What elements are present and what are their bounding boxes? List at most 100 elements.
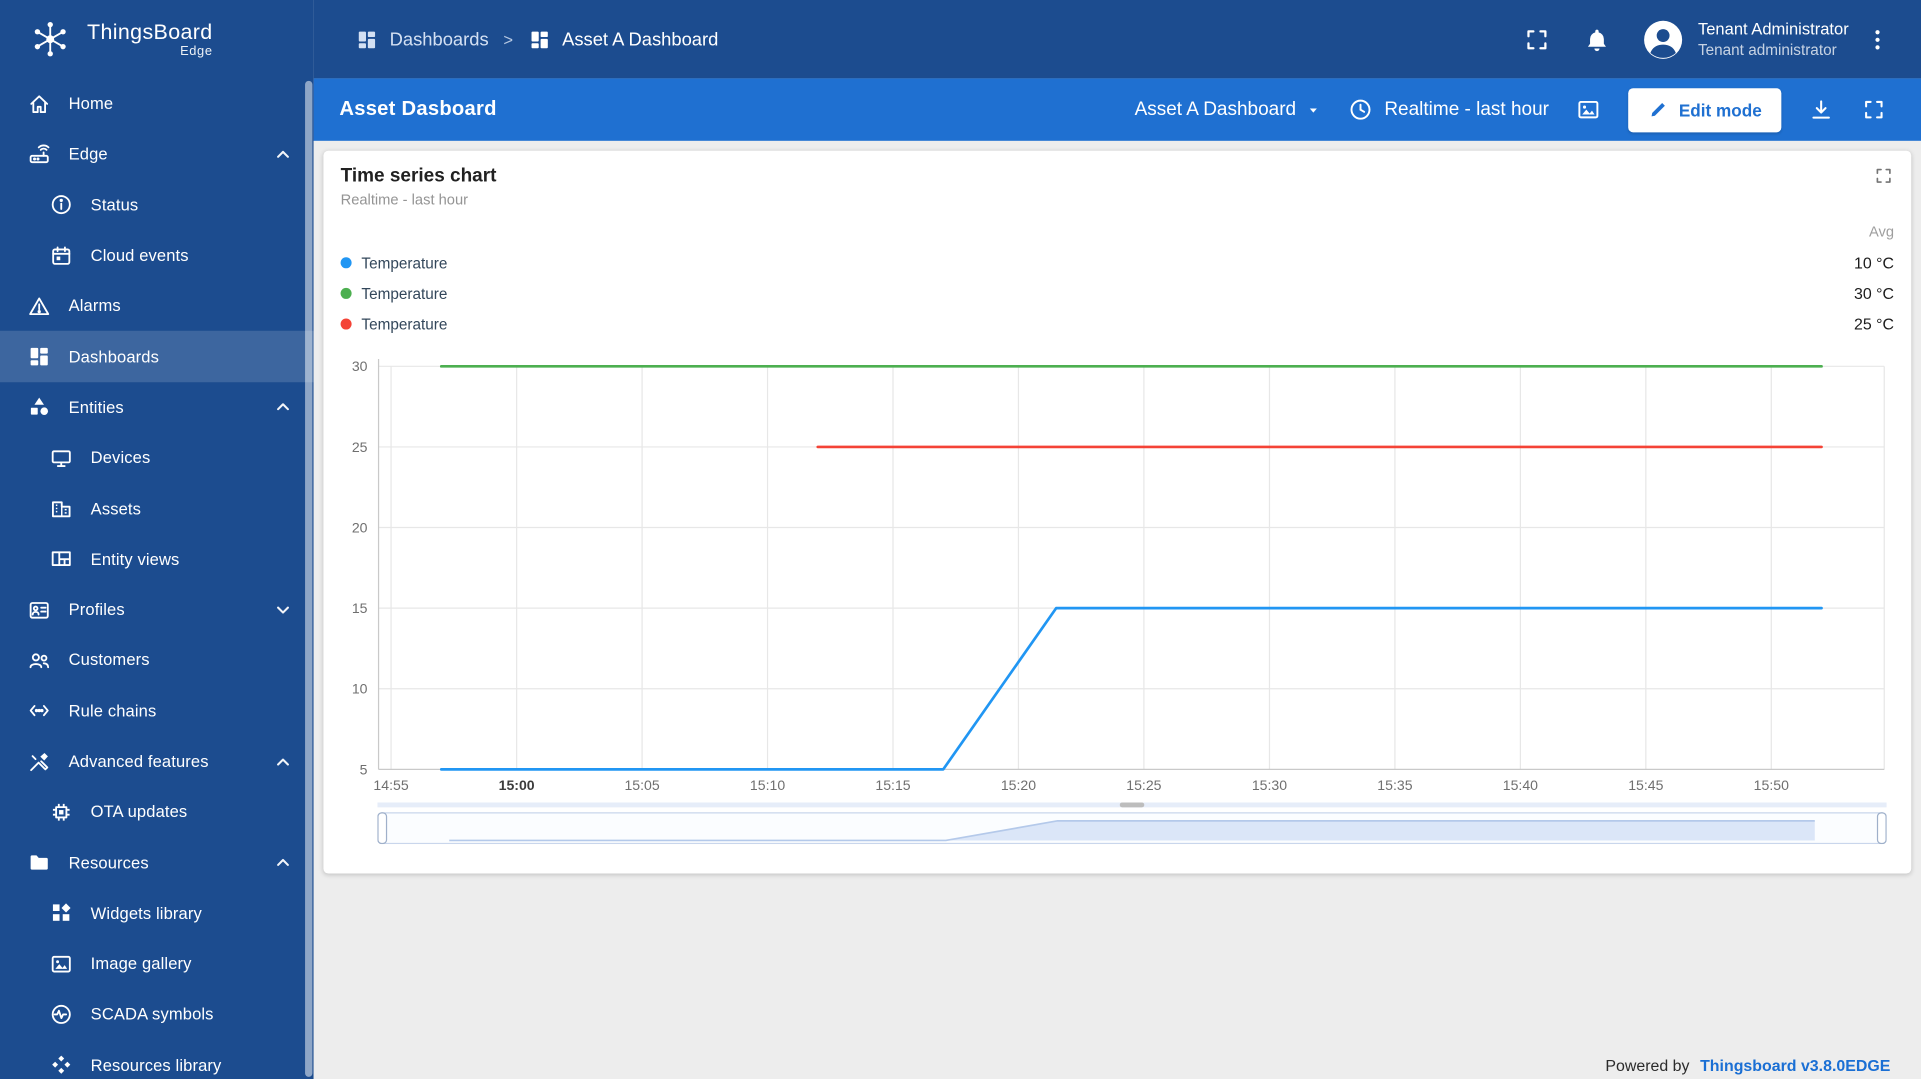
legend-rows: Temperature 10 °C Temperature 30 °C Temperat… (340, 247, 1895, 340)
chevron-down-icon (271, 597, 296, 622)
svg-text:15:25: 15:25 (1126, 777, 1161, 793)
sidebar-item-alarms[interactable]: Alarms (0, 281, 314, 332)
chart-range-slider[interactable] (377, 802, 1894, 845)
info-icon (49, 193, 74, 218)
legend-dot (340, 257, 352, 269)
breadcrumb-item-asset-a-dashboard[interactable]: Asset A Dashboard (528, 28, 718, 51)
sidebar-scrollbar[interactable] (305, 80, 313, 1077)
legend-item: Temperature 25 °C (340, 309, 1894, 340)
svg-text:30: 30 (352, 358, 368, 374)
breadcrumb: Dashboards > Asset A Dashboard (355, 28, 718, 51)
dashboard-toolbar: Asset Dasboard Asset A Dashboard Realtim… (313, 78, 1921, 141)
chart-legend: Avg Temperature 10 °C Temperature 30 °C Temp… (340, 223, 1895, 340)
svg-text:10: 10 (352, 681, 368, 697)
notifications-button[interactable] (1583, 25, 1611, 53)
sidebar-item-entities[interactable]: Entities (0, 382, 314, 433)
sidebar: ThingsBoard Edge Home Edge Status Cloud eve… (0, 0, 314, 1079)
calendar-icon (49, 243, 74, 268)
warning-icon (27, 294, 52, 319)
svg-text:5: 5 (360, 761, 368, 777)
sidebar-item-image-gallery[interactable]: Image gallery (0, 939, 314, 990)
download-icon (1808, 97, 1834, 123)
sidebar-item-advanced-features[interactable]: Advanced features (0, 736, 314, 787)
sidebar-item-label: Advanced features (68, 752, 209, 771)
resources-library-icon (49, 1053, 74, 1078)
customers-icon (27, 648, 52, 673)
dashboard-content: Time series chart Realtime - last hour A… (313, 140, 1921, 1079)
dashboard-title: Asset Dasboard (339, 98, 497, 121)
download-button[interactable] (1808, 97, 1834, 123)
chevron-up-icon (271, 850, 296, 875)
clock-icon (1348, 97, 1374, 123)
svg-text:20: 20 (352, 519, 368, 535)
chevron-up-icon (271, 142, 296, 167)
legend-label[interactable]: Temperature (361, 254, 447, 271)
sidebar-item-label: Assets (90, 499, 142, 518)
sidebar-item-label: SCADA symbols (90, 1005, 214, 1024)
timewindow-button[interactable]: Realtime - last hour (1348, 97, 1549, 123)
sidebar-item-label: Devices (90, 448, 151, 468)
time-series-chart: 5 10 15 20 25 30 14:55 15:00 15:05 15:10 15:15 15:2… (341, 339, 1894, 795)
more-menu-button[interactable] (1863, 25, 1891, 53)
sidebar-item-rule-chains[interactable]: Rule chains (0, 686, 314, 737)
legend-label[interactable]: Temperature (361, 285, 447, 302)
sidebar-item-resources-library[interactable]: Resources library (0, 1040, 314, 1079)
toolbar-fullscreen-button[interactable] (1861, 97, 1887, 123)
edit-mode-button[interactable]: Edit mode (1628, 87, 1782, 132)
breadcrumb-label: Dashboards (389, 28, 489, 50)
sidebar-item-profiles[interactable]: Profiles (0, 584, 314, 635)
sidebar-item-scada-symbols[interactable]: SCADA symbols (0, 989, 314, 1040)
ota-icon (49, 800, 74, 825)
sidebar-item-label: Image gallery (90, 954, 192, 973)
sidebar-item-edge[interactable]: Edge (0, 129, 314, 180)
breadcrumb-separator: > (503, 30, 514, 49)
sidebar-item-label: Customers (68, 651, 150, 670)
sidebar-item-status[interactable]: Status (0, 180, 314, 231)
thingsboard-logo-icon (27, 16, 74, 63)
svg-text:15: 15 (352, 600, 368, 616)
dashboards-icon (27, 344, 52, 369)
brand-logo[interactable]: ThingsBoard Edge (0, 0, 314, 78)
sidebar-item-label: Resources library (90, 1055, 222, 1075)
sidebar-item-label: Edge (68, 145, 108, 164)
legend-dot (340, 287, 352, 299)
dashboard-image-button[interactable] (1576, 97, 1602, 123)
user-menu[interactable]: Tenant Administrator Tenant administrato… (1698, 18, 1849, 59)
time-series-widget: Time series chart Realtime - last hour A… (323, 150, 1912, 874)
edge-icon (27, 142, 52, 167)
dashboard-select[interactable]: Asset A Dashboard (1135, 99, 1321, 121)
sidebar-item-entity-views[interactable]: Entity views (0, 534, 314, 585)
sidebar-item-label: Profiles (68, 600, 125, 619)
user-avatar[interactable] (1643, 19, 1683, 59)
version-link[interactable]: Thingsboard v3.8.0EDGE (1700, 1056, 1890, 1074)
breadcrumb-item-dashboards[interactable]: Dashboards (355, 28, 489, 51)
widget-fullscreen-button[interactable] (1873, 165, 1894, 186)
footer: Powered by Thingsboard v3.8.0EDGE (1605, 1056, 1890, 1074)
sidebar-item-dashboards[interactable]: Dashboards (0, 331, 314, 382)
assets-icon (49, 496, 74, 521)
sidebar-item-widgets-library[interactable]: Widgets library (0, 888, 314, 939)
fullscreen-button[interactable] (1523, 25, 1551, 53)
chevron-up-icon (271, 395, 296, 420)
sidebar-item-assets[interactable]: Assets (0, 483, 314, 534)
dashboards-icon (355, 28, 378, 51)
dashboard-select-value: Asset A Dashboard (1134, 98, 1297, 120)
sidebar-item-devices[interactable]: Devices (0, 433, 314, 484)
edit-mode-label: Edit mode (1678, 99, 1762, 120)
widget-title: Time series chart (340, 165, 497, 187)
svg-text:15:45: 15:45 (1628, 777, 1663, 793)
home-icon (27, 91, 52, 116)
sidebar-item-label: Entity views (90, 549, 180, 569)
sidebar-item-home[interactable]: Home (0, 78, 314, 129)
sidebar-item-ota-updates[interactable]: OTA updates (0, 787, 314, 838)
legend-label[interactable]: Temperature (361, 315, 447, 332)
sidebar-item-customers[interactable]: Customers (0, 635, 314, 686)
svg-text:15:10: 15:10 (750, 777, 785, 793)
svg-text:15:35: 15:35 (1377, 777, 1412, 793)
sidebar-item-label: Rule chains (68, 701, 157, 721)
legend-item: Temperature 10 °C (340, 247, 1895, 278)
brand-edition: Edge (180, 44, 213, 59)
sidebar-item-resources[interactable]: Resources (0, 837, 314, 888)
sidebar-item-cloud-events[interactable]: Cloud events (0, 230, 314, 281)
legend-value: 10 °C (1854, 253, 1895, 272)
